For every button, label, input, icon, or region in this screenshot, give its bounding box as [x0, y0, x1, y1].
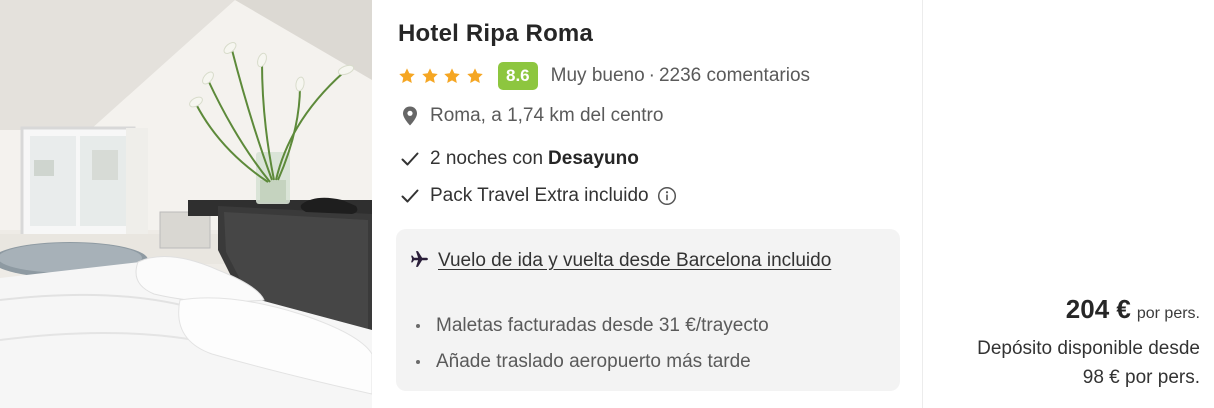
- hotel-card[interactable]: Hotel Ripa Roma 8.6 Muy bueno · 2236 comen…: [0, 0, 1214, 408]
- bullet-text: Maletas facturadas desde 31 €/trayecto: [436, 315, 769, 336]
- check-icon: [401, 152, 419, 166]
- hotel-name[interactable]: Hotel Ripa Roma: [398, 18, 922, 50]
- check-icon: [401, 189, 419, 203]
- price-unit: por pers.: [1136, 305, 1200, 322]
- bullet-dot: [416, 324, 420, 328]
- star-icon: [444, 68, 460, 84]
- board-type: Desayuno: [548, 148, 639, 169]
- bullet-dot: [416, 360, 420, 364]
- feature-pack: Pack Travel Extra incluido: [398, 183, 922, 209]
- score-badge: 8.6: [498, 62, 538, 90]
- flight-row: Vuelo de ida y vuelta desde Barcelona in…: [410, 245, 838, 277]
- flight-box: Vuelo de ida y vuelta desde Barcelona in…: [396, 229, 900, 391]
- review-count[interactable]: 2236 comentarios: [659, 65, 810, 86]
- hotel-stars: [398, 67, 488, 85]
- bullet-item: Maletas facturadas desde 31 €/trayecto: [416, 313, 769, 339]
- pack-text: Pack Travel Extra incluido: [430, 185, 649, 206]
- nights-text: 2 noches con: [430, 148, 544, 169]
- star-icon: [399, 68, 415, 84]
- price-amount: 204 €: [1065, 294, 1131, 324]
- star-icon: [421, 68, 438, 84]
- rating-summary[interactable]: Muy bueno · 2236 comentarios: [551, 65, 810, 87]
- info-icon[interactable]: [657, 186, 677, 206]
- flight-link[interactable]: Vuelo de ida y vuelta desde Barcelona in…: [438, 245, 838, 277]
- hotel-room-image: [0, 0, 372, 408]
- rating-label: Muy bueno: [550, 65, 645, 86]
- hotel-photo[interactable]: [0, 0, 372, 408]
- price-line: 204 € por pers.: [1066, 294, 1200, 325]
- plane-icon: [411, 251, 428, 267]
- rating-row: 8.6 Muy bueno · 2236 comentarios: [398, 62, 922, 90]
- location-pin-icon: [403, 106, 417, 126]
- price-column[interactable]: 204 € por pers. Depósito disponible desd…: [922, 0, 1214, 408]
- location-row: Roma, a 1,74 km del centro: [398, 103, 922, 129]
- bullet-item: Añade traslado aeropuerto más tarde: [416, 349, 751, 375]
- rating-separator: ·: [648, 65, 655, 86]
- star-icon: [466, 68, 483, 84]
- deposit-text: Depósito disponible desde 98 € por pers.: [977, 338, 1200, 388]
- bullet-text: Añade traslado aeropuerto más tarde: [436, 351, 751, 372]
- feature-board: 2 noches con Desayuno: [398, 146, 922, 172]
- location-text: Roma, a 1,74 km del centro: [430, 105, 664, 126]
